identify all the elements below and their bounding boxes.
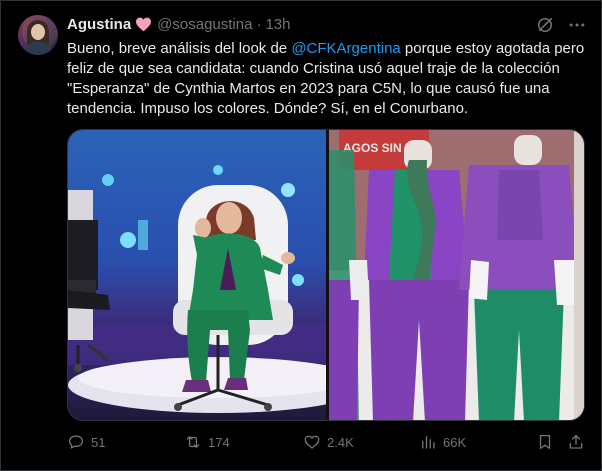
- photo-tv-studio[interactable]: [68, 130, 326, 420]
- tv-studio-illustration: [68, 165, 326, 413]
- tweet-text: Bueno, breve análisis del look de @CFKAr…: [67, 39, 587, 119]
- author-handle[interactable]: @sosagustina: [157, 16, 252, 33]
- tweet-actions: 51 174 2.4K 66K: [67, 433, 587, 453]
- share-button[interactable]: [567, 433, 591, 451]
- bookmark-button[interactable]: [536, 433, 560, 451]
- tweet-media[interactable]: AGOS SIN R: [67, 129, 585, 421]
- reply-count: 51: [91, 434, 106, 450]
- views-icon: [422, 436, 435, 449]
- bookmark-icon: [539, 434, 551, 450]
- views-button[interactable]: 66K: [419, 433, 466, 451]
- tweet-header: Agustina @sosagustina · 13h: [67, 15, 290, 33]
- like-count: 2.4K: [327, 434, 354, 450]
- photo-shop-window[interactable]: AGOS SIN R: [329, 130, 584, 420]
- like-icon: [304, 435, 320, 449]
- views-count: 66K: [443, 434, 467, 450]
- tweet-text-part: Bueno, breve análisis del look de: [67, 40, 292, 57]
- tweet-card[interactable]: Agustina @sosagustina · 13h Bueno, breve…: [0, 0, 602, 471]
- repost-icon: [186, 436, 200, 448]
- timestamp[interactable]: 13h: [265, 16, 290, 33]
- avatar[interactable]: [18, 15, 58, 55]
- reply-button[interactable]: 51: [67, 433, 105, 451]
- reply-icon: [68, 435, 84, 449]
- like-button[interactable]: 2.4K: [303, 433, 354, 451]
- grok-icon[interactable]: [535, 15, 555, 35]
- more-icon[interactable]: [567, 15, 587, 35]
- share-icon: [569, 434, 583, 449]
- heart-icon: [136, 17, 152, 31]
- mention-link[interactable]: @CFKArgentina: [291, 40, 400, 57]
- repost-button[interactable]: 174: [184, 433, 230, 451]
- separator-dot: ·: [256, 15, 262, 33]
- mannequins-illustration: AGOS SIN R: [329, 130, 584, 420]
- tweet-top-actions: [535, 15, 587, 35]
- author-name[interactable]: Agustina: [67, 16, 131, 33]
- repost-count: 174: [208, 434, 230, 450]
